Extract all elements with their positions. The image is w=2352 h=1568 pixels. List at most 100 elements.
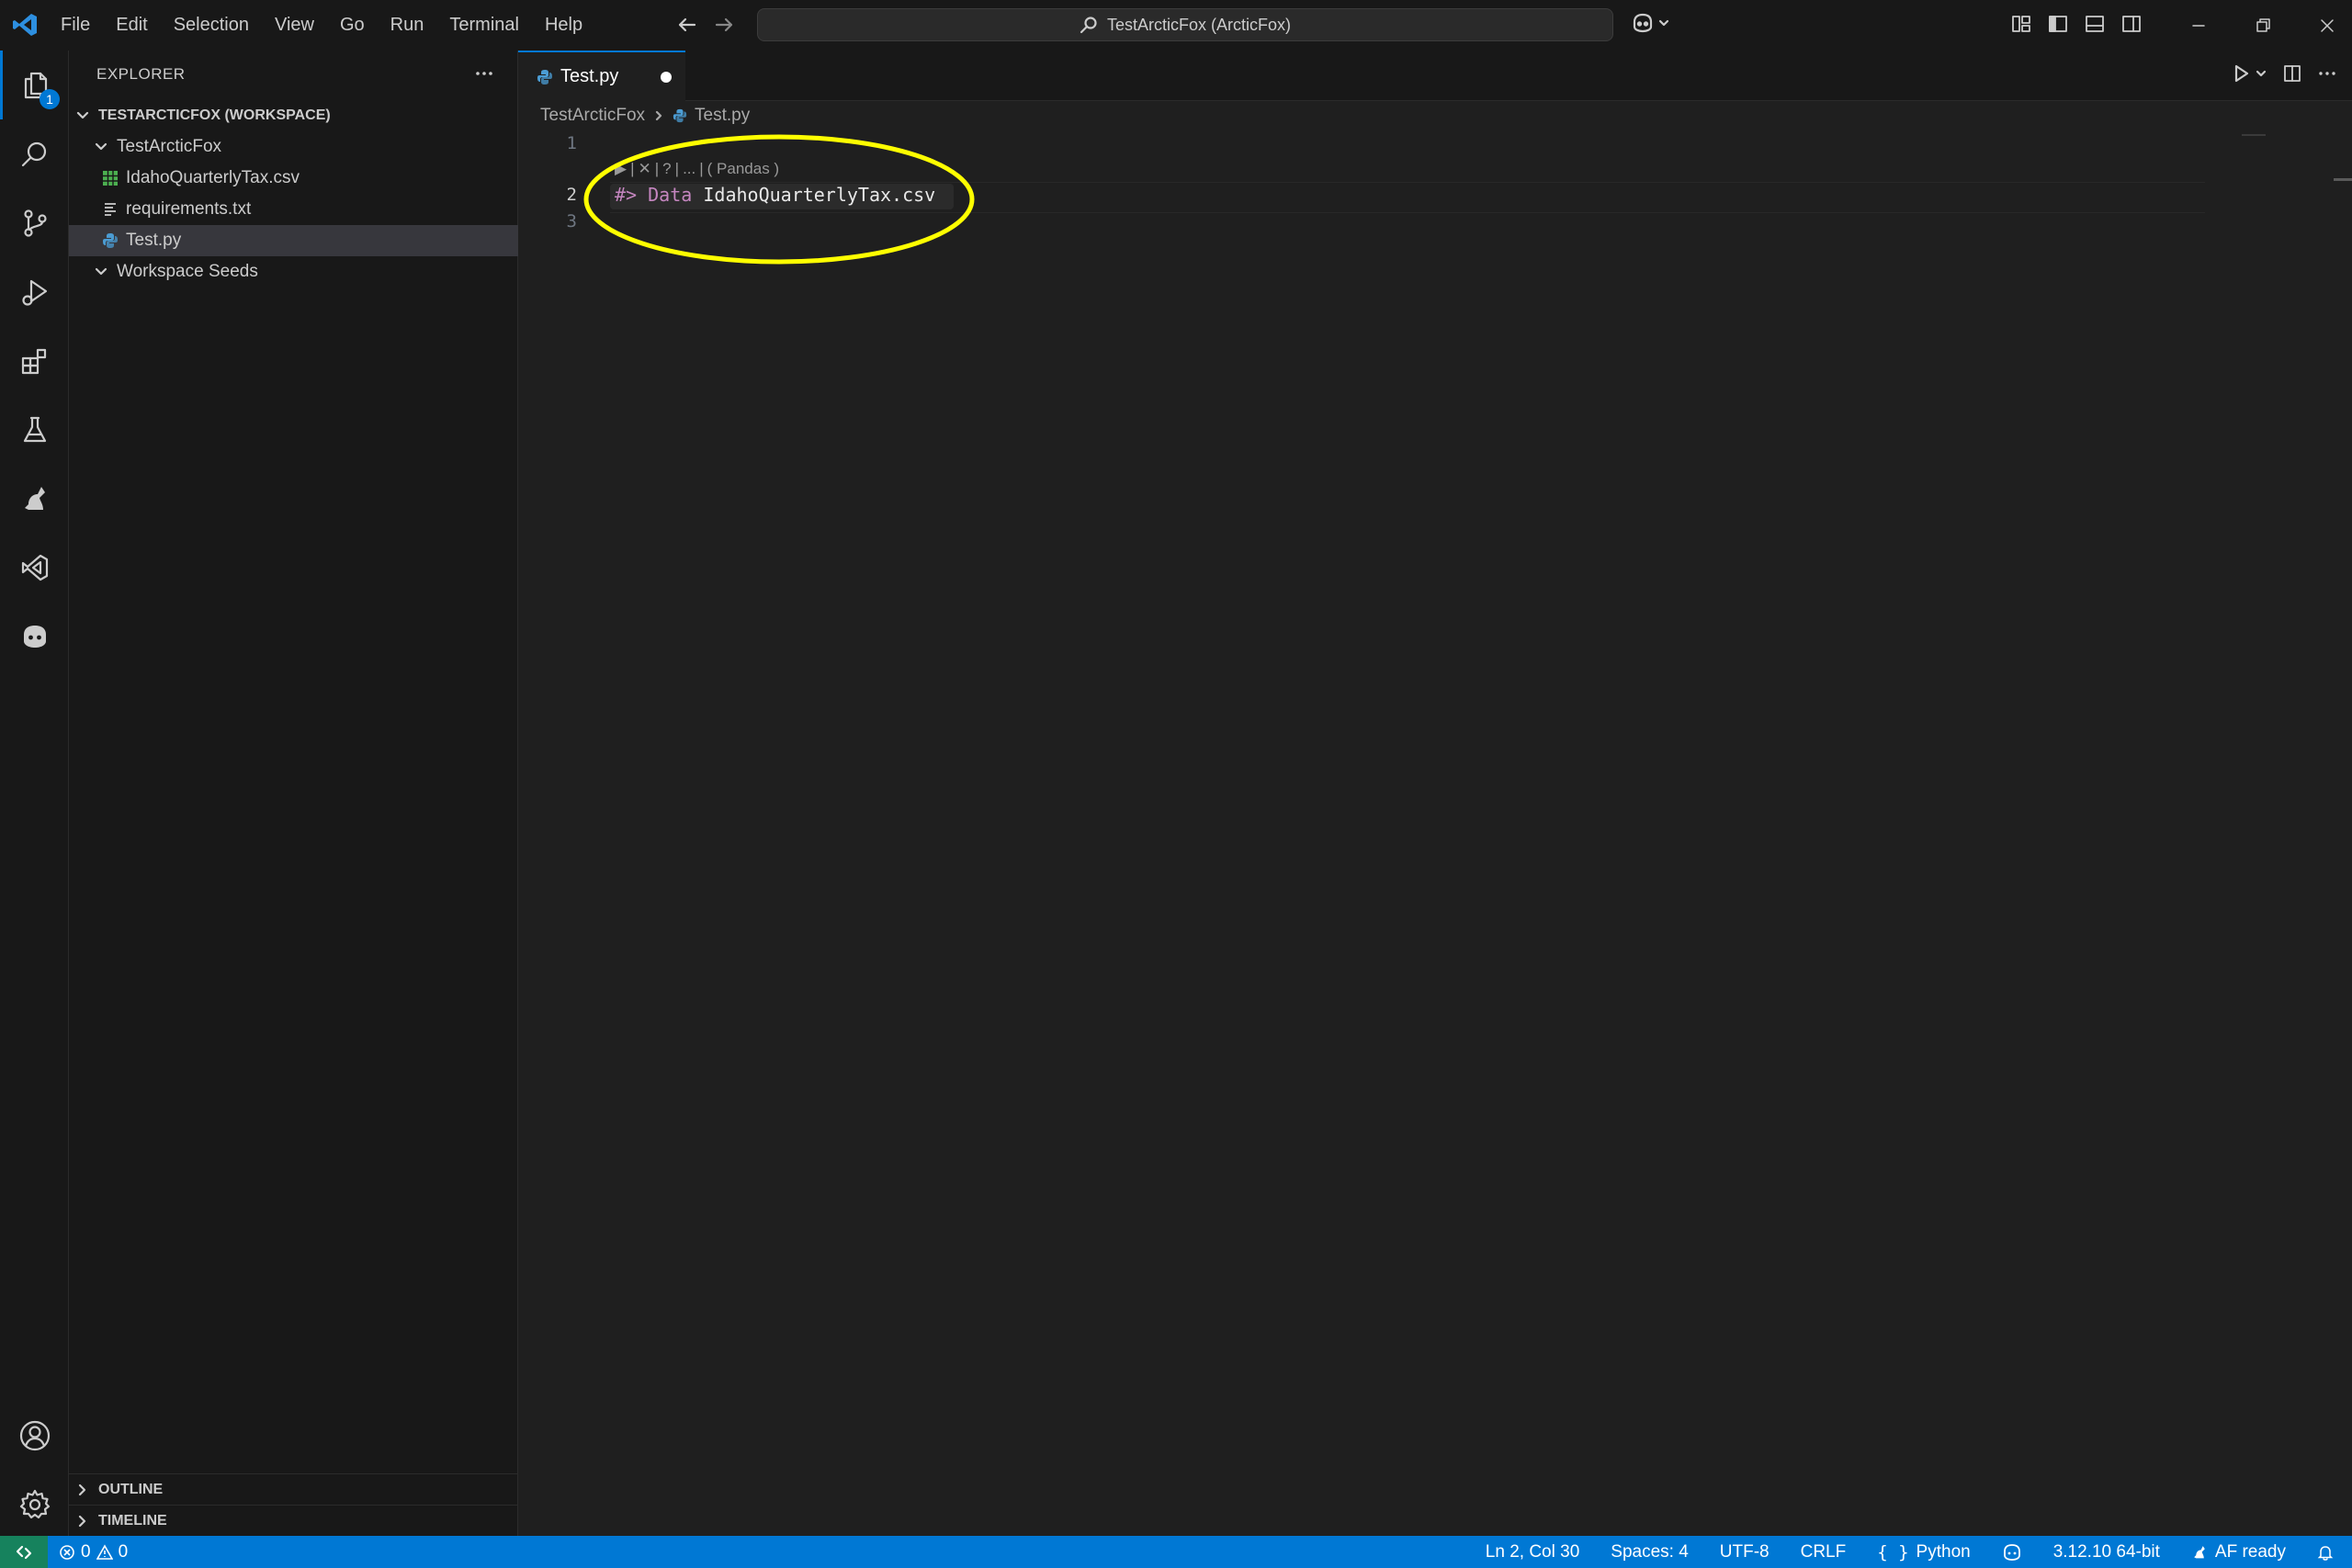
workspace-label: TESTARCTICFOX (WORKSPACE) [98,107,331,123]
python-icon [537,69,553,85]
search-icon [1080,16,1098,34]
menu-help[interactable]: Help [532,15,595,36]
menu-view[interactable]: View [262,15,327,36]
file-test-py[interactable]: Test.py [69,225,550,256]
copilot-chat-icon[interactable] [0,602,69,671]
python-icon [102,232,119,249]
command-center[interactable]: TestArcticFox (ArcticFox) [757,8,1613,41]
menu-edit[interactable]: Edit [103,15,160,36]
line-number: 3 [566,211,577,231]
chevron-right-icon [652,109,665,122]
more-actions-icon[interactable] [2317,63,2337,84]
language-mode[interactable]: { } Python [1877,1542,1970,1562]
layout-controls [2010,13,2143,35]
chevron-right-icon [74,1513,91,1529]
forward-arrow-icon[interactable] [713,14,735,36]
toggle-primary-sidebar-icon[interactable] [2047,13,2069,35]
indentation[interactable]: Spaces: 4 [1611,1542,1689,1562]
split-editor-icon[interactable] [2282,63,2302,84]
timeline-label: TIMELINE [98,1512,167,1529]
text-lines-icon [102,201,119,218]
menu-file[interactable]: File [48,15,103,36]
extensions-icon[interactable] [0,326,69,395]
menu-selection[interactable]: Selection [161,15,262,36]
explorer-sidebar: EXPLORER TESTARCTICFOX (WORKSPACE) TestA… [69,51,550,1536]
minimap [2242,134,2266,136]
copilot-status-icon[interactable] [2002,1543,2022,1562]
file-label: IdahoQuarterlyTax.csv [126,168,300,187]
toggle-secondary-sidebar-icon[interactable] [2120,13,2143,35]
tab-label: Test.py [560,66,619,86]
back-arrow-icon[interactable] [676,14,698,36]
line-number: 2 [566,185,577,205]
warning-count: 0 [118,1541,129,1562]
chevron-down-icon [1657,17,1670,29]
menu-go[interactable]: Go [327,15,378,36]
line-number: 1 [566,133,577,153]
vscode-logo-icon [11,11,39,39]
testing-flask-icon[interactable] [0,395,69,464]
copilot-menu[interactable] [1631,12,1670,34]
search-view-icon[interactable] [0,119,69,188]
unsaved-dot-icon[interactable] [661,72,672,83]
language-label: Python [1916,1541,1971,1562]
arcticfox-status[interactable]: AF ready [2191,1542,2286,1562]
error-count: 0 [81,1541,91,1562]
breadcrumb: TestArcticFox Test.py [540,105,750,127]
file-requirements-txt[interactable]: requirements.txt [69,194,550,225]
breadcrumb-file[interactable]: Test.py [695,106,750,126]
problems-indicator[interactable]: 0 0 [59,1536,128,1568]
notifications-bell-icon[interactable] [2317,1544,2334,1561]
editor-actions [2231,63,2337,84]
sidebar-title: EXPLORER [96,65,186,83]
fox-icon [2191,1544,2208,1561]
visual-studio-icon[interactable] [0,533,69,602]
encoding[interactable]: UTF-8 [1720,1542,1770,1562]
breadcrumb-folder[interactable]: TestArcticFox [540,106,645,126]
csv-table-icon [102,170,119,186]
status-bar-right: Ln 2, Col 30 Spaces: 4 UTF-8 CRLF { } Py… [1486,1536,2334,1568]
outline-label: OUTLINE [98,1481,164,1497]
braces-icon: { } [1877,1541,1909,1562]
outline-section[interactable]: OUTLINE [69,1473,517,1505]
settings-gear-icon[interactable] [0,1470,69,1539]
accounts-icon[interactable] [0,1401,69,1470]
folder-testarcticfox[interactable]: TestArcticFox [69,131,541,163]
run-file-icon[interactable] [2231,63,2251,84]
cursor-position[interactable]: Ln 2, Col 30 [1486,1542,1579,1562]
run-debug-icon[interactable] [0,257,69,326]
copilot-icon [1631,12,1655,34]
explorer-badge: 1 [40,89,60,109]
command-center-label: TestArcticFox (ArcticFox) [1106,15,1291,34]
code-editor[interactable]: 1 2 3 ▶ | ✕ | ? | ... | ( Pandas ) #> Da… [518,129,2352,1536]
timeline-section[interactable]: TIMELINE [69,1505,517,1536]
window-controls [2166,0,2352,51]
chevron-down-icon [93,264,109,280]
folder-label: TestArcticFox [117,137,222,156]
more-actions-icon[interactable] [473,62,495,85]
menu-bar: File Edit Selection View Go Run Terminal… [48,0,595,51]
arcticfox-icon[interactable] [0,464,69,533]
restore-icon[interactable] [2231,0,2295,51]
customize-layout-icon[interactable] [2010,13,2032,35]
remote-icon[interactable] [0,1536,48,1568]
annotation-ellipse [581,132,978,266]
navigation-arrows [676,14,735,36]
python-interpreter[interactable]: 3.12.10 64-bit [2053,1542,2160,1562]
end-of-line[interactable]: CRLF [1801,1542,1847,1562]
source-control-icon[interactable] [0,188,69,257]
warning-icon [96,1543,113,1561]
status-bar: 0 0 Ln 2, Col 30 Spaces: 4 UTF-8 CRLF { … [0,1536,2352,1568]
workspace-header[interactable]: TESTARCTICFOX (WORKSPACE) [69,100,523,131]
minimize-icon[interactable] [2166,0,2231,51]
menu-run[interactable]: Run [378,15,437,36]
chevron-down-icon[interactable] [2255,67,2267,80]
explorer-icon[interactable]: 1 [0,51,69,119]
tab-test-py[interactable]: Test.py [518,51,685,101]
file-idahoquarterlytax-csv[interactable]: IdahoQuarterlyTax.csv [69,163,550,194]
menu-terminal[interactable]: Terminal [436,15,532,36]
toggle-panel-icon[interactable] [2084,13,2106,35]
chevron-down-icon [74,107,91,124]
folder-workspace-seeds[interactable]: Workspace Seeds [69,256,541,288]
close-window-icon[interactable] [2295,0,2352,51]
